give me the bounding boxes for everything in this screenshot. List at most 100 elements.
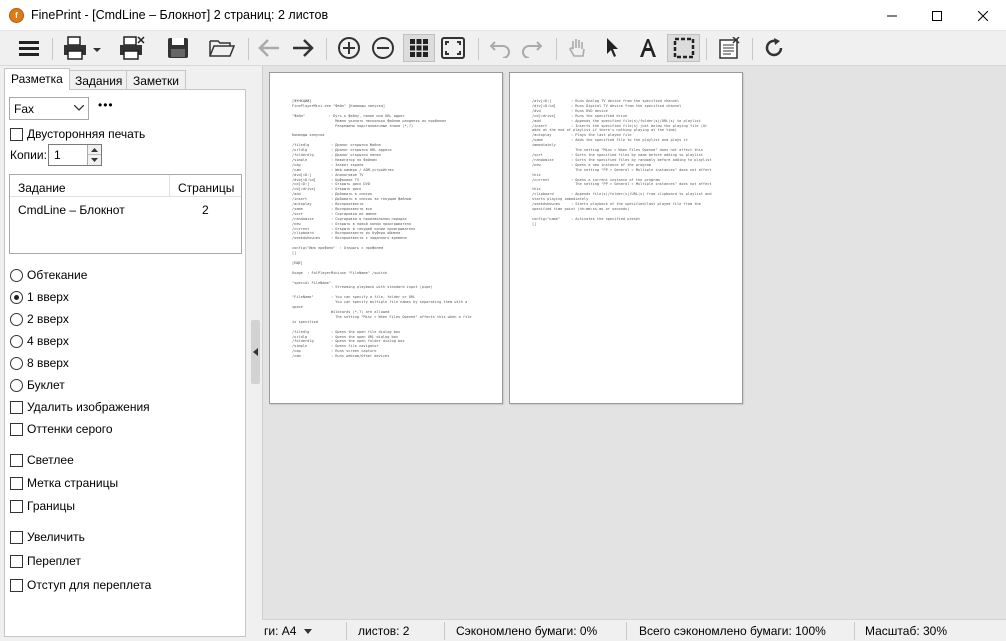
grid-view-button[interactable] [403,34,435,62]
zoom-out-button[interactable] [368,34,398,62]
hand-tool-icon [569,39,585,57]
collapse-panel-button[interactable] [251,320,260,384]
status-bar: ги: A4 листов: 2 Сэкономлено бумаги: 0% … [262,619,1006,641]
page-text-line: The setting "PP > General > Multiple ins… [532,182,712,187]
chevron-left-icon [253,348,258,356]
duplex-checkbox[interactable]: Двусторонняя печать [10,126,145,142]
copies-stepper[interactable]: 1 [48,144,102,166]
duplex-label: Двусторонняя печать [27,127,146,141]
8up-radio[interactable] [10,356,23,370]
job-table-header: Задание Страницы [10,175,241,197]
tab-jobs[interactable]: Задания [68,70,130,90]
grayscale-checkbox[interactable]: Оттенки серого [10,421,113,437]
2up-label: 2 вверх [27,312,69,326]
page-stamp-checkbox[interactable]: Метка страницы [10,475,118,491]
panel-splitter[interactable] [250,66,262,641]
wrap-radio[interactable] [10,268,23,282]
enlarge-box[interactable] [10,530,23,544]
paper-size-label: ги: A4 [264,624,297,638]
1up-radio[interactable] [10,290,23,304]
fit-page-button[interactable] [438,34,468,62]
menu-button[interactable] [13,34,45,62]
enlarge-checkbox[interactable]: Увеличить [10,529,85,545]
close-button[interactable] [960,0,1006,31]
layout-option-2up[interactable]: 2 вверх [10,311,69,327]
select-area-button[interactable] [667,34,700,62]
zoom-in-icon [338,37,360,59]
job-name-cell: CmdLine – Блокнот [18,203,125,217]
forward-button[interactable] [288,34,318,62]
toolbar [0,31,1006,66]
minimize-button[interactable] [869,0,915,31]
copies-label: Копии: [10,148,47,162]
gutter-box[interactable] [10,578,23,592]
remove-images-box[interactable] [10,400,23,414]
save-button[interactable] [162,34,194,62]
printer-dropdown-button[interactable] [60,34,104,62]
booklet-radio[interactable] [10,378,23,392]
layout-option-wrap[interactable]: Обтекание [10,267,87,283]
preview-page-2[interactable]: /atv[=D:] : Runs Analog TV device from t… [509,72,743,404]
maximize-button[interactable] [914,0,960,31]
refresh-button[interactable] [760,34,788,62]
print-delete-icon [120,36,145,60]
forward-arrow-icon [293,39,314,57]
1up-label: 1 вверх [27,290,69,304]
grid-view-icon [410,39,428,57]
page-stamp-label: Метка страницы [27,476,119,490]
borders-box[interactable] [10,499,23,513]
undo-button[interactable] [486,34,514,62]
notes-icon [719,37,740,59]
preview-area[interactable]: [ФУНКЦИИ] FinePlayerMini.exe "Файл" [Кома… [262,66,1006,619]
redo-icon [522,41,543,58]
copies-increment-button[interactable] [88,145,101,155]
paper-saved: Сэкономлено бумаги: 0% [456,624,598,638]
tab-layout[interactable]: Разметка [4,68,70,90]
tab-notes[interactable]: Заметки [126,70,186,90]
lighter-box[interactable] [10,453,23,467]
layout-option-8up[interactable]: 8 вверх [10,355,69,371]
pointer-tool-button[interactable] [598,34,626,62]
hand-tool-button[interactable] [564,34,592,62]
back-button[interactable] [254,34,284,62]
4up-radio[interactable] [10,334,23,348]
printer-select[interactable]: Fax [9,97,89,120]
gutter-checkbox[interactable]: Отступ для переплета [10,577,151,593]
page-stamp-box[interactable] [10,476,23,490]
more-options-button[interactable]: ••• [98,98,114,112]
preview-page-1[interactable]: [ФУНКЦИИ] FinePlayerMini.exe "Файл" [Кома… [269,72,503,404]
finepr-app-icon: f [9,8,24,23]
copies-decrement-button[interactable] [88,155,101,165]
maximize-icon [932,10,942,21]
print-delete-button[interactable] [116,34,148,62]
layout-option-booklet[interactable]: Буклет [10,377,65,393]
zoom-in-button[interactable] [334,34,364,62]
duplex-checkbox-box[interactable] [10,127,23,141]
binding-label: Переплет [27,554,81,568]
layout-option-4up[interactable]: 4 вверх [10,333,69,349]
notes-button[interactable] [714,34,744,62]
pages-column-header[interactable]: Страницы [169,175,241,197]
text-tool-icon [640,39,656,57]
binding-box[interactable] [10,554,23,568]
zoom-out-icon [372,37,394,59]
remove-images-checkbox[interactable]: Удалить изображения [10,399,150,415]
2up-radio[interactable] [10,312,23,326]
redo-button[interactable] [518,34,546,62]
paper-size-dropdown[interactable]: ги: A4 [264,620,312,641]
borders-checkbox[interactable]: Границы [10,498,75,514]
open-folder-button[interactable] [206,34,238,62]
binding-checkbox[interactable]: Переплет [10,553,81,569]
remove-images-label: Удалить изображения [27,400,150,414]
save-icon [168,38,188,58]
lighter-checkbox[interactable]: Светлее [10,452,74,468]
booklet-label: Буклет [27,378,65,392]
grayscale-box[interactable] [10,422,23,436]
layout-option-1up[interactable]: 1 вверх [10,289,69,305]
undo-icon [489,41,510,58]
text-tool-button[interactable] [634,34,662,62]
borders-label: Границы [27,499,75,513]
menu-icon [19,41,39,56]
job-column-header[interactable]: Задание [18,181,66,195]
4up-label: 4 вверх [27,334,69,348]
